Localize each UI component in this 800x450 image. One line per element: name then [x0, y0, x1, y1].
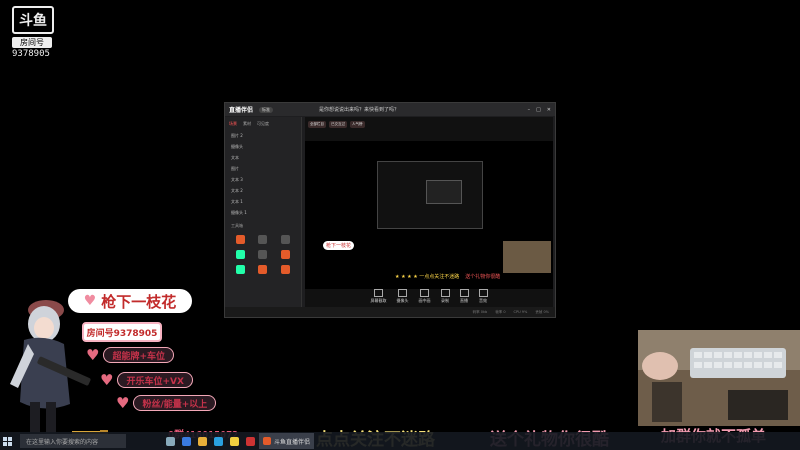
tool-icon: [235, 235, 245, 244]
tool-button[interactable]: [276, 265, 295, 276]
rank-row: ♥ 粉丝/能量+以上: [116, 394, 217, 412]
camera-button[interactable]: 摄像头: [397, 287, 409, 307]
source-item[interactable]: 摄像头: [225, 142, 301, 153]
douyu-watermark: 斗鱼 房间号 9378905: [12, 6, 58, 59]
source-item[interactable]: 摄像头 1: [225, 208, 301, 219]
tool-icon: [281, 250, 291, 259]
tool-button[interactable]: [231, 235, 250, 246]
app-icon[interactable]: [230, 436, 239, 446]
heart-icon: ♥: [116, 394, 130, 412]
pip-button[interactable]: 画中画: [419, 287, 431, 307]
pip-icon: [420, 289, 429, 297]
nested-preview: [377, 161, 483, 229]
windows-icon: [2, 436, 12, 446]
rank-row: ♥ 开乐车位+VX: [100, 371, 193, 389]
tool-icon: [258, 235, 268, 244]
version-badge[interactable]: 标准: [259, 106, 274, 113]
obs-bottom-toolbar: 屏幕截取 摄像头 画中画 录制 直播 音效: [305, 287, 553, 307]
preview-ticker: ★ ★ ★ ★ 一点点关注不迷路 送个礼物你很酷: [395, 273, 500, 280]
taskbar-active-app[interactable]: 斗鱼直播伴侣: [259, 433, 315, 449]
tool-icon: [281, 265, 291, 274]
start-button[interactable]: [0, 432, 14, 450]
obs-statusbar: 码率 0kb 帧率 0 CPU 9% 丢帧 0%: [225, 307, 555, 317]
app-icon[interactable]: [246, 436, 255, 446]
record-icon: [440, 289, 450, 297]
streamer-name-card: ♥ 枪下一枝花: [68, 289, 192, 313]
tool-button[interactable]: [254, 235, 273, 246]
taskbar-apps: [166, 436, 255, 446]
edge-icon[interactable]: [182, 436, 191, 446]
rank-bar: 开乐车位+VX: [117, 372, 193, 388]
tool-button[interactable]: [276, 250, 295, 261]
screen-capture-button[interactable]: 屏幕截取: [371, 287, 387, 307]
minimize-icon[interactable]: –: [528, 107, 531, 113]
source-item[interactable]: 文本 1: [225, 197, 301, 208]
tool-button[interactable]: [276, 235, 295, 246]
obs-sidebar: 场景 素材 可见度 图片 2 摄像头 文本 图片 文本 3 文本 2 文本 1 …: [225, 117, 302, 307]
tab-visibility[interactable]: 可见度: [257, 121, 269, 127]
task-view-icon[interactable]: [166, 436, 175, 446]
rank-bar: 超能牌+车位: [103, 347, 174, 363]
camera-icon: [398, 289, 407, 297]
tool-icon: [235, 265, 245, 274]
tool-button[interactable]: [254, 265, 273, 276]
close-icon[interactable]: ✕: [547, 107, 551, 113]
preview-streamer-name: 枪下一枝花: [323, 241, 355, 250]
rank-row: ♥ 超能牌+车位: [86, 346, 174, 364]
douyu-app-icon: [263, 437, 271, 445]
tab-scene[interactable]: 场景: [229, 121, 237, 127]
tool-icon: [281, 235, 291, 244]
nested-inner-preview: [426, 180, 462, 204]
chip[interactable]: 人气榜: [350, 121, 365, 128]
chip[interactable]: 已交互过: [329, 121, 347, 128]
heart-icon: ♥: [100, 371, 114, 389]
folder-icon[interactable]: [198, 436, 207, 446]
tool-button[interactable]: [254, 250, 273, 261]
tools-section-title: 工具箱: [231, 223, 243, 228]
tab-assets[interactable]: 素材: [243, 121, 251, 127]
audio-button[interactable]: 音效: [478, 287, 488, 307]
record-button[interactable]: 录制: [440, 287, 450, 307]
source-item[interactable]: 图片 2: [225, 131, 301, 142]
tool-icon: [258, 265, 268, 274]
stream-title: 是你想说说出来吗？来快看到了吗？: [319, 107, 400, 113]
ticker-left: ★ ★ ★ ★ 一点点关注不迷路: [395, 274, 460, 280]
chip[interactable]: 全部栏目: [308, 121, 326, 128]
tools-grid: [225, 233, 301, 278]
ticker-right: 送个礼物你很酷: [465, 274, 501, 280]
screen-icon: [374, 289, 383, 297]
rank-bar: 粉丝/能量+以上: [133, 395, 217, 411]
tool-icon: [258, 250, 268, 259]
live-button[interactable]: 直播: [459, 287, 469, 307]
source-item[interactable]: 文本 3: [225, 175, 301, 186]
taskbar-search[interactable]: 在这里输入你要搜索的内容: [20, 434, 126, 448]
filter-chips: 全部栏目 已交互过 人气榜: [305, 117, 553, 128]
room-card: 房间号9378905: [82, 322, 162, 342]
app-title: 直播伴侣: [229, 107, 254, 114]
heart-icon: ♥: [83, 293, 97, 309]
live-icon: [459, 289, 469, 297]
maximize-icon[interactable]: □: [536, 107, 541, 113]
webcam-feed: [638, 330, 800, 426]
tool-button[interactable]: [231, 250, 250, 261]
taskbar: 在这里输入你要搜索的内容 斗鱼直播伴侣: [0, 432, 800, 450]
obs-titlebar: 直播伴侣 标准 是你想说说出来吗？来快看到了吗？ – □ ✕: [225, 103, 555, 116]
source-item[interactable]: 图片: [225, 164, 301, 175]
heart-icon: ♥: [86, 346, 100, 364]
source-item[interactable]: 文本 2: [225, 186, 301, 197]
streamer-name: 枪下一枝花: [101, 292, 177, 311]
app-icon[interactable]: [214, 436, 223, 446]
obs-main: 全部栏目 已交互过 人气榜 枪下一枝花 ★ ★ ★ ★ 一点点关注不迷路 送个礼物…: [305, 117, 553, 307]
source-item[interactable]: 文本: [225, 153, 301, 164]
douyu-logo: 斗鱼: [12, 6, 54, 34]
stream-preview[interactable]: 枪下一枝花 ★ ★ ★ ★ 一点点关注不迷路 送个礼物你很酷: [305, 141, 553, 289]
tool-icon: [235, 250, 245, 259]
speaker-icon: [478, 289, 488, 297]
room-label: 房间号: [12, 37, 52, 48]
tool-button[interactable]: [231, 265, 250, 276]
obs-window: 直播伴侣 标准 是你想说说出来吗？来快看到了吗？ – □ ✕ 场景 素材 可见度…: [224, 102, 556, 318]
room-number: 9378905: [12, 49, 50, 59]
preview-webcam: [503, 241, 551, 273]
